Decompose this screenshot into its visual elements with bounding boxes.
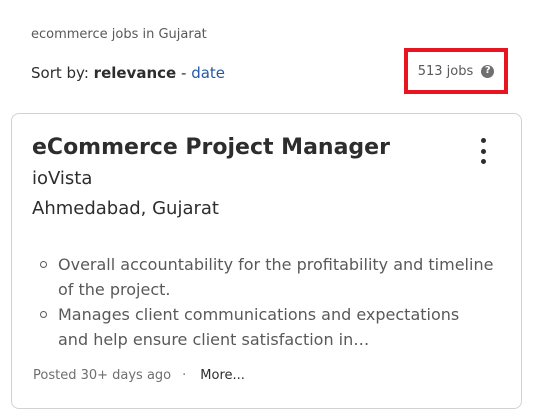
vertical-ellipsis-icon[interactable] — [472, 138, 494, 164]
sort-separator: - — [180, 64, 187, 82]
job-location: Ahmedabad, Gujarat — [32, 198, 219, 219]
job-search-page: ecommerce jobs in Gujarat Sort by: relev… — [0, 0, 535, 420]
snippet-item: Overall accountability for the profitabi… — [34, 252, 494, 302]
snippet-item: Manages client communications and expect… — [34, 302, 494, 352]
sort-date-link[interactable]: date — [191, 64, 225, 82]
question-circle-icon[interactable]: ? — [481, 64, 495, 78]
sort-controls: Sort by: relevance - date — [31, 64, 225, 82]
job-card[interactable]: eCommerce Project Manager ioVista Ahmeda… — [11, 113, 522, 409]
job-count: 513 jobs — [417, 63, 474, 79]
sort-relevance-option[interactable]: relevance — [94, 64, 177, 82]
search-context-label: ecommerce jobs in Gujarat — [31, 27, 207, 42]
company-name: ioVista — [32, 168, 93, 189]
posted-date: Posted 30+ days ago — [33, 368, 172, 383]
job-card-footer: Posted 30+ days ago · More... — [33, 368, 245, 383]
sort-by-label: Sort by: — [31, 64, 89, 82]
job-count-highlight: 513 jobs ? — [404, 48, 508, 94]
footer-separator: · — [182, 368, 187, 383]
job-title[interactable]: eCommerce Project Manager — [32, 135, 390, 160]
job-snippet: Overall accountability for the profitabi… — [34, 252, 494, 352]
more-link[interactable]: More... — [200, 368, 245, 383]
